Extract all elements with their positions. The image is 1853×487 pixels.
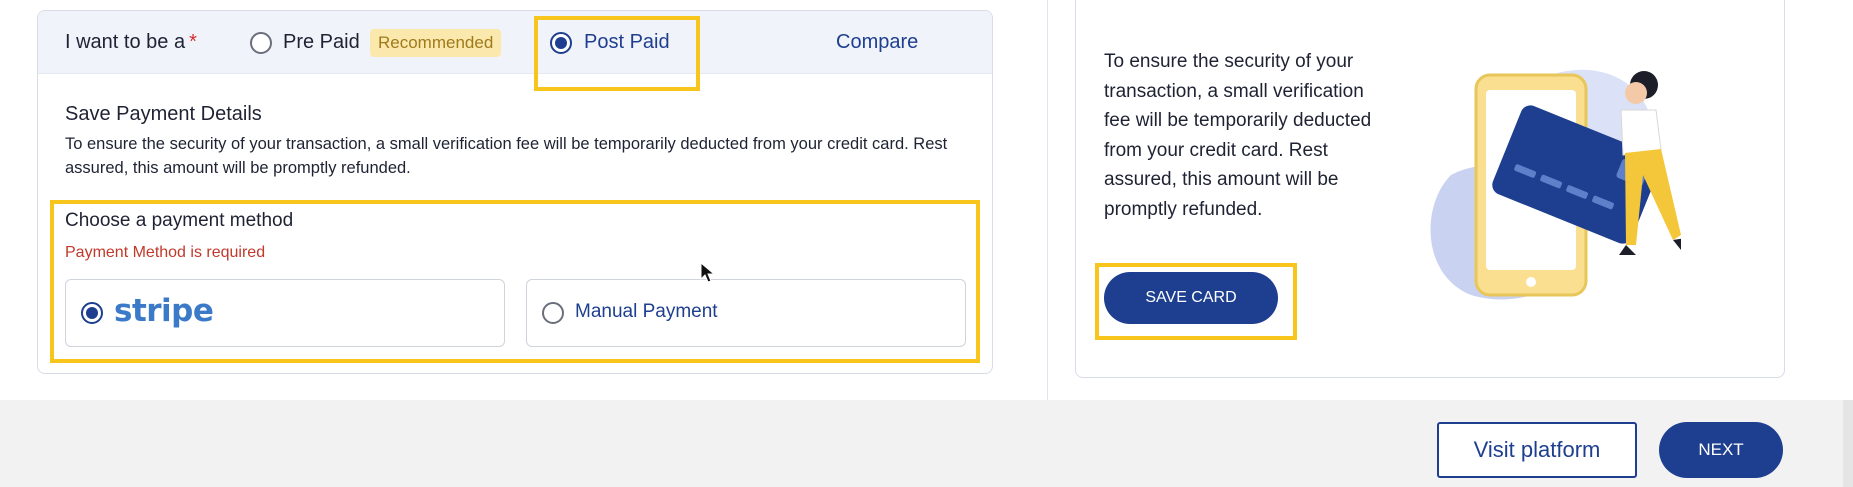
- save-card-panel: To ensure the security of your transacti…: [1075, 0, 1785, 378]
- credit-card-illustration: [1430, 69, 1681, 300]
- manual-payment-label: Manual Payment: [575, 301, 718, 322]
- save-payment-description: To ensure the security of your transacti…: [65, 135, 948, 177]
- footer-bar: Visit platform NEXT: [0, 400, 1853, 487]
- required-asterisk: *: [189, 31, 197, 53]
- stripe-logo: stripe: [114, 293, 214, 329]
- next-button[interactable]: NEXT: [1659, 422, 1783, 478]
- stripe-option[interactable]: stripe: [65, 279, 505, 347]
- panel-divider: [1047, 0, 1048, 400]
- visit-platform-button[interactable]: Visit platform: [1437, 422, 1637, 478]
- stripe-radio[interactable]: [81, 302, 103, 324]
- postpaid-radio[interactable]: [550, 32, 572, 54]
- payment-method-title: Choose a payment method: [65, 210, 294, 231]
- manual-payment-option[interactable]: Manual Payment: [526, 279, 966, 347]
- mouse-cursor-icon: [700, 262, 716, 283]
- manual-payment-radio[interactable]: [542, 302, 564, 324]
- recommended-badge: Recommended: [370, 29, 502, 57]
- save-payment-title: Save Payment Details: [65, 103, 262, 125]
- billing-card: I want to be a * Pre Paid Recommended Pos…: [37, 10, 993, 374]
- security-note: To ensure the security of your transacti…: [1104, 51, 1372, 220]
- plan-selector-bar: I want to be a * Pre Paid Recommended Pos…: [38, 11, 992, 91]
- prepaid-radio[interactable]: [250, 32, 272, 54]
- payment-method-error: Payment Method is required: [65, 244, 266, 261]
- postpaid-label[interactable]: Post Paid: [584, 31, 670, 54]
- page: I want to be a * Pre Paid Recommended Pos…: [0, 0, 1853, 487]
- save-card-button[interactable]: SAVE CARD: [1104, 272, 1278, 324]
- prepaid-label[interactable]: Pre Paid: [283, 31, 360, 54]
- scrollbar[interactable]: [1843, 400, 1853, 487]
- plan-label: I want to be a *: [65, 31, 197, 53]
- compare-link[interactable]: Compare: [836, 31, 918, 54]
